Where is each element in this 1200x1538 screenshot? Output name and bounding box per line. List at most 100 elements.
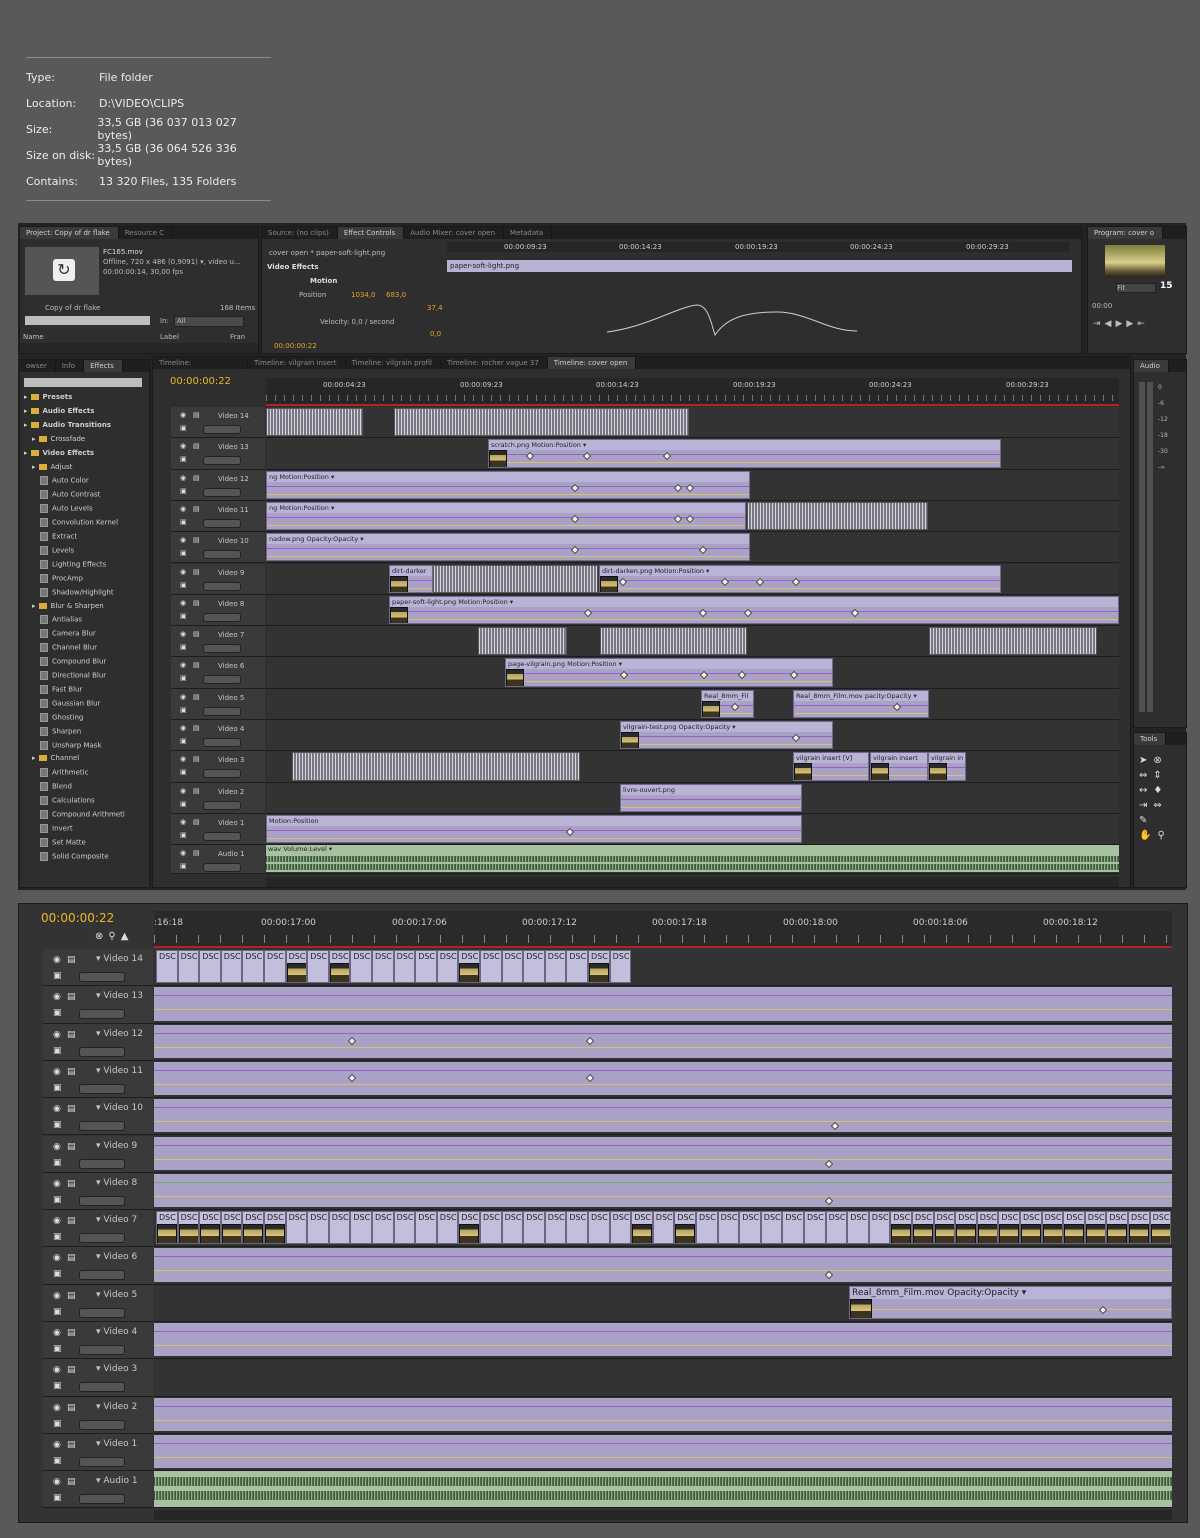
dsc-clip[interactable]: DSC bbox=[285, 1211, 308, 1245]
eye-icon[interactable]: ◉ bbox=[53, 1440, 61, 1450]
dsc-clip[interactable]: DSC bbox=[264, 1211, 286, 1245]
zoom-track-header[interactable]: ◉ ▤ ▾ Video 3 ▣ bbox=[43, 1359, 153, 1397]
keyframe-icon[interactable]: ▣ bbox=[180, 612, 187, 620]
dsc-clip[interactable]: DSC bbox=[328, 950, 351, 984]
effects-folder[interactable]: ▸ Video Effects bbox=[24, 449, 94, 457]
eye-icon[interactable]: ◉ bbox=[180, 724, 186, 732]
eye-icon[interactable]: ◉ bbox=[180, 599, 186, 607]
eye-icon[interactable]: ◉ bbox=[53, 1104, 61, 1114]
track-control[interactable] bbox=[203, 581, 241, 591]
dsc-clip[interactable]: DSC bbox=[825, 1211, 848, 1245]
keyframe-marker[interactable] bbox=[1098, 1305, 1108, 1314]
keyframe-icon[interactable]: ▣ bbox=[53, 1008, 62, 1018]
dsc-clip[interactable]: DSC bbox=[976, 1211, 999, 1245]
effects-folder[interactable]: ▸ Blur & Sharpen bbox=[32, 602, 104, 610]
dsc-clip[interactable]: DSC bbox=[156, 950, 178, 984]
dsc-clip[interactable]: DSC bbox=[328, 1211, 351, 1245]
dsc-clip[interactable]: DSC bbox=[609, 1211, 632, 1245]
zoom-clip[interactable] bbox=[154, 1323, 1172, 1357]
track-control[interactable] bbox=[203, 831, 241, 841]
dsc-clip[interactable]: DSC bbox=[998, 1211, 1020, 1245]
zoom-track-header[interactable]: ◉ ▤ ▾ Video 7 ▣ bbox=[43, 1210, 153, 1248]
zoom-clip[interactable] bbox=[154, 1061, 1172, 1096]
dsc-clip[interactable]: DSC bbox=[501, 950, 524, 984]
disclosure-icon[interactable]: ▸ bbox=[24, 421, 28, 429]
eye-icon[interactable]: ◉ bbox=[180, 787, 186, 795]
dsc-clip[interactable]: DSC bbox=[372, 950, 394, 984]
track-header[interactable]: ◉ ▤ Video 2 ▣ bbox=[171, 782, 265, 814]
keyframe-icon[interactable]: ▣ bbox=[53, 1195, 62, 1205]
keyframe-icon[interactable]: ▣ bbox=[53, 1232, 62, 1242]
eye-icon[interactable]: ◉ bbox=[53, 1030, 61, 1040]
keyframe-icon[interactable]: ▣ bbox=[180, 581, 187, 589]
dsc-clip[interactable]: DSC bbox=[631, 1211, 653, 1245]
dsc-clip[interactable]: DSC bbox=[307, 950, 329, 984]
dsc-clip[interactable]: DSC bbox=[177, 950, 200, 984]
tool-icons[interactable]: ➤⊗ ⇔⇕ ↔♦ ⇥⇔ ✎ ✋⚲ bbox=[1139, 753, 1171, 843]
track-header[interactable]: ◉ ▤ Video 3 ▣ bbox=[171, 751, 265, 783]
keyframe-marker[interactable] bbox=[347, 1073, 357, 1083]
tab-audio-mixer[interactable]: Audio Mixer: cover open bbox=[404, 227, 505, 239]
keyframe-icon[interactable]: ▣ bbox=[180, 768, 187, 776]
track-control[interactable] bbox=[203, 738, 241, 747]
track-control[interactable] bbox=[203, 612, 241, 622]
zoom-track-header[interactable]: ◉ ▤ ▾ Video 10 ▣ bbox=[43, 1098, 153, 1136]
effect-item[interactable]: Levels bbox=[40, 545, 74, 555]
dsc-clip[interactable]: DSC bbox=[652, 1211, 675, 1245]
eye-icon[interactable]: ◉ bbox=[180, 505, 186, 513]
zoom-clip[interactable] bbox=[154, 1434, 1172, 1469]
timeline-clip[interactable]: paper-soft-light.png Motion:Position ▾ bbox=[389, 595, 1119, 625]
keyframe-icon[interactable]: ▣ bbox=[53, 1158, 62, 1168]
track-control[interactable] bbox=[203, 863, 241, 873]
effect-item[interactable]: Arithmetic bbox=[40, 768, 88, 778]
timeline-clip[interactable]: Real_8mm_Film.mov pacity:Opacity ▾ bbox=[793, 689, 929, 718]
keyframe-icon[interactable]: ▣ bbox=[180, 487, 187, 495]
disclosure-icon[interactable]: ▸ bbox=[32, 754, 36, 762]
sync-lock-icon[interactable]: ▤ bbox=[67, 1477, 76, 1487]
effect-item[interactable]: Ghosting bbox=[40, 712, 83, 722]
tab-metadata[interactable]: Metadata bbox=[504, 227, 553, 239]
zoom-track-header[interactable]: ◉ ▤ ▾ Video 2 ▣ bbox=[43, 1396, 153, 1434]
track-control[interactable] bbox=[79, 1158, 125, 1169]
sync-lock-icon[interactable]: ▤ bbox=[193, 442, 200, 450]
sync-lock-icon[interactable]: ▤ bbox=[67, 1440, 76, 1450]
dsc-clip[interactable]: DSC bbox=[609, 950, 632, 984]
track-control[interactable] bbox=[79, 1233, 125, 1244]
image-sequence-clip[interactable] bbox=[433, 564, 598, 593]
track-control[interactable] bbox=[79, 972, 125, 982]
zoom-track-lane[interactable] bbox=[154, 1359, 1172, 1397]
sync-lock-icon[interactable]: ▤ bbox=[193, 818, 200, 826]
timeline-clip[interactable]: vilgrain insert bbox=[870, 752, 928, 781]
timeline-clip[interactable]: vilgrain-test.png Opacity:Opacity ▾ bbox=[620, 721, 833, 750]
timeline-tab[interactable]: Timeline: cover open bbox=[547, 357, 637, 369]
track-header[interactable]: ◉ ▤ Video 13 ▣ bbox=[171, 438, 265, 470]
image-sequence-clip[interactable] bbox=[929, 627, 1097, 656]
track-control[interactable] bbox=[79, 1121, 125, 1132]
track-control[interactable] bbox=[79, 1345, 125, 1355]
track-control[interactable] bbox=[79, 1009, 125, 1020]
timeline-tab[interactable]: Timeline: vilgrain insert bbox=[248, 357, 346, 369]
effect-item[interactable]: Gaussian Blur bbox=[40, 698, 100, 708]
dsc-clip[interactable]: DSC bbox=[415, 1211, 437, 1245]
dsc-clip[interactable]: DSC bbox=[242, 950, 264, 984]
keyframe-marker[interactable] bbox=[347, 1036, 357, 1045]
sync-lock-icon[interactable]: ▤ bbox=[67, 1179, 76, 1189]
disclosure-icon[interactable]: ▸ bbox=[24, 407, 28, 415]
track-control[interactable] bbox=[79, 1083, 125, 1094]
effect-item[interactable]: Shadow/Highlight bbox=[40, 587, 114, 597]
track-control[interactable] bbox=[79, 1494, 125, 1505]
effect-item[interactable]: Compound Blur bbox=[40, 657, 106, 667]
sync-lock-icon[interactable]: ▤ bbox=[67, 1104, 76, 1114]
sync-lock-icon[interactable]: ▤ bbox=[193, 849, 200, 857]
sync-lock-icon[interactable]: ▤ bbox=[193, 568, 200, 576]
keyframe-icon[interactable]: ▣ bbox=[53, 1381, 62, 1391]
col-label[interactable]: Label bbox=[160, 333, 179, 341]
timeline-clip[interactable]: livre-ouvert.png bbox=[620, 783, 802, 812]
tab-effects[interactable]: Effects bbox=[84, 360, 123, 372]
track-control[interactable] bbox=[203, 800, 241, 810]
tab-effect-controls[interactable]: Effect Controls bbox=[337, 227, 405, 239]
effect-time[interactable]: 00:00:00:22 bbox=[274, 342, 317, 350]
dsc-clip[interactable]: DSC bbox=[847, 1211, 869, 1245]
dsc-clip[interactable]: DSC bbox=[307, 1211, 329, 1245]
timeline-ruler[interactable]: 00:00:04:23 00:00:09:23 00:00:14:23 00:0… bbox=[266, 378, 1119, 406]
